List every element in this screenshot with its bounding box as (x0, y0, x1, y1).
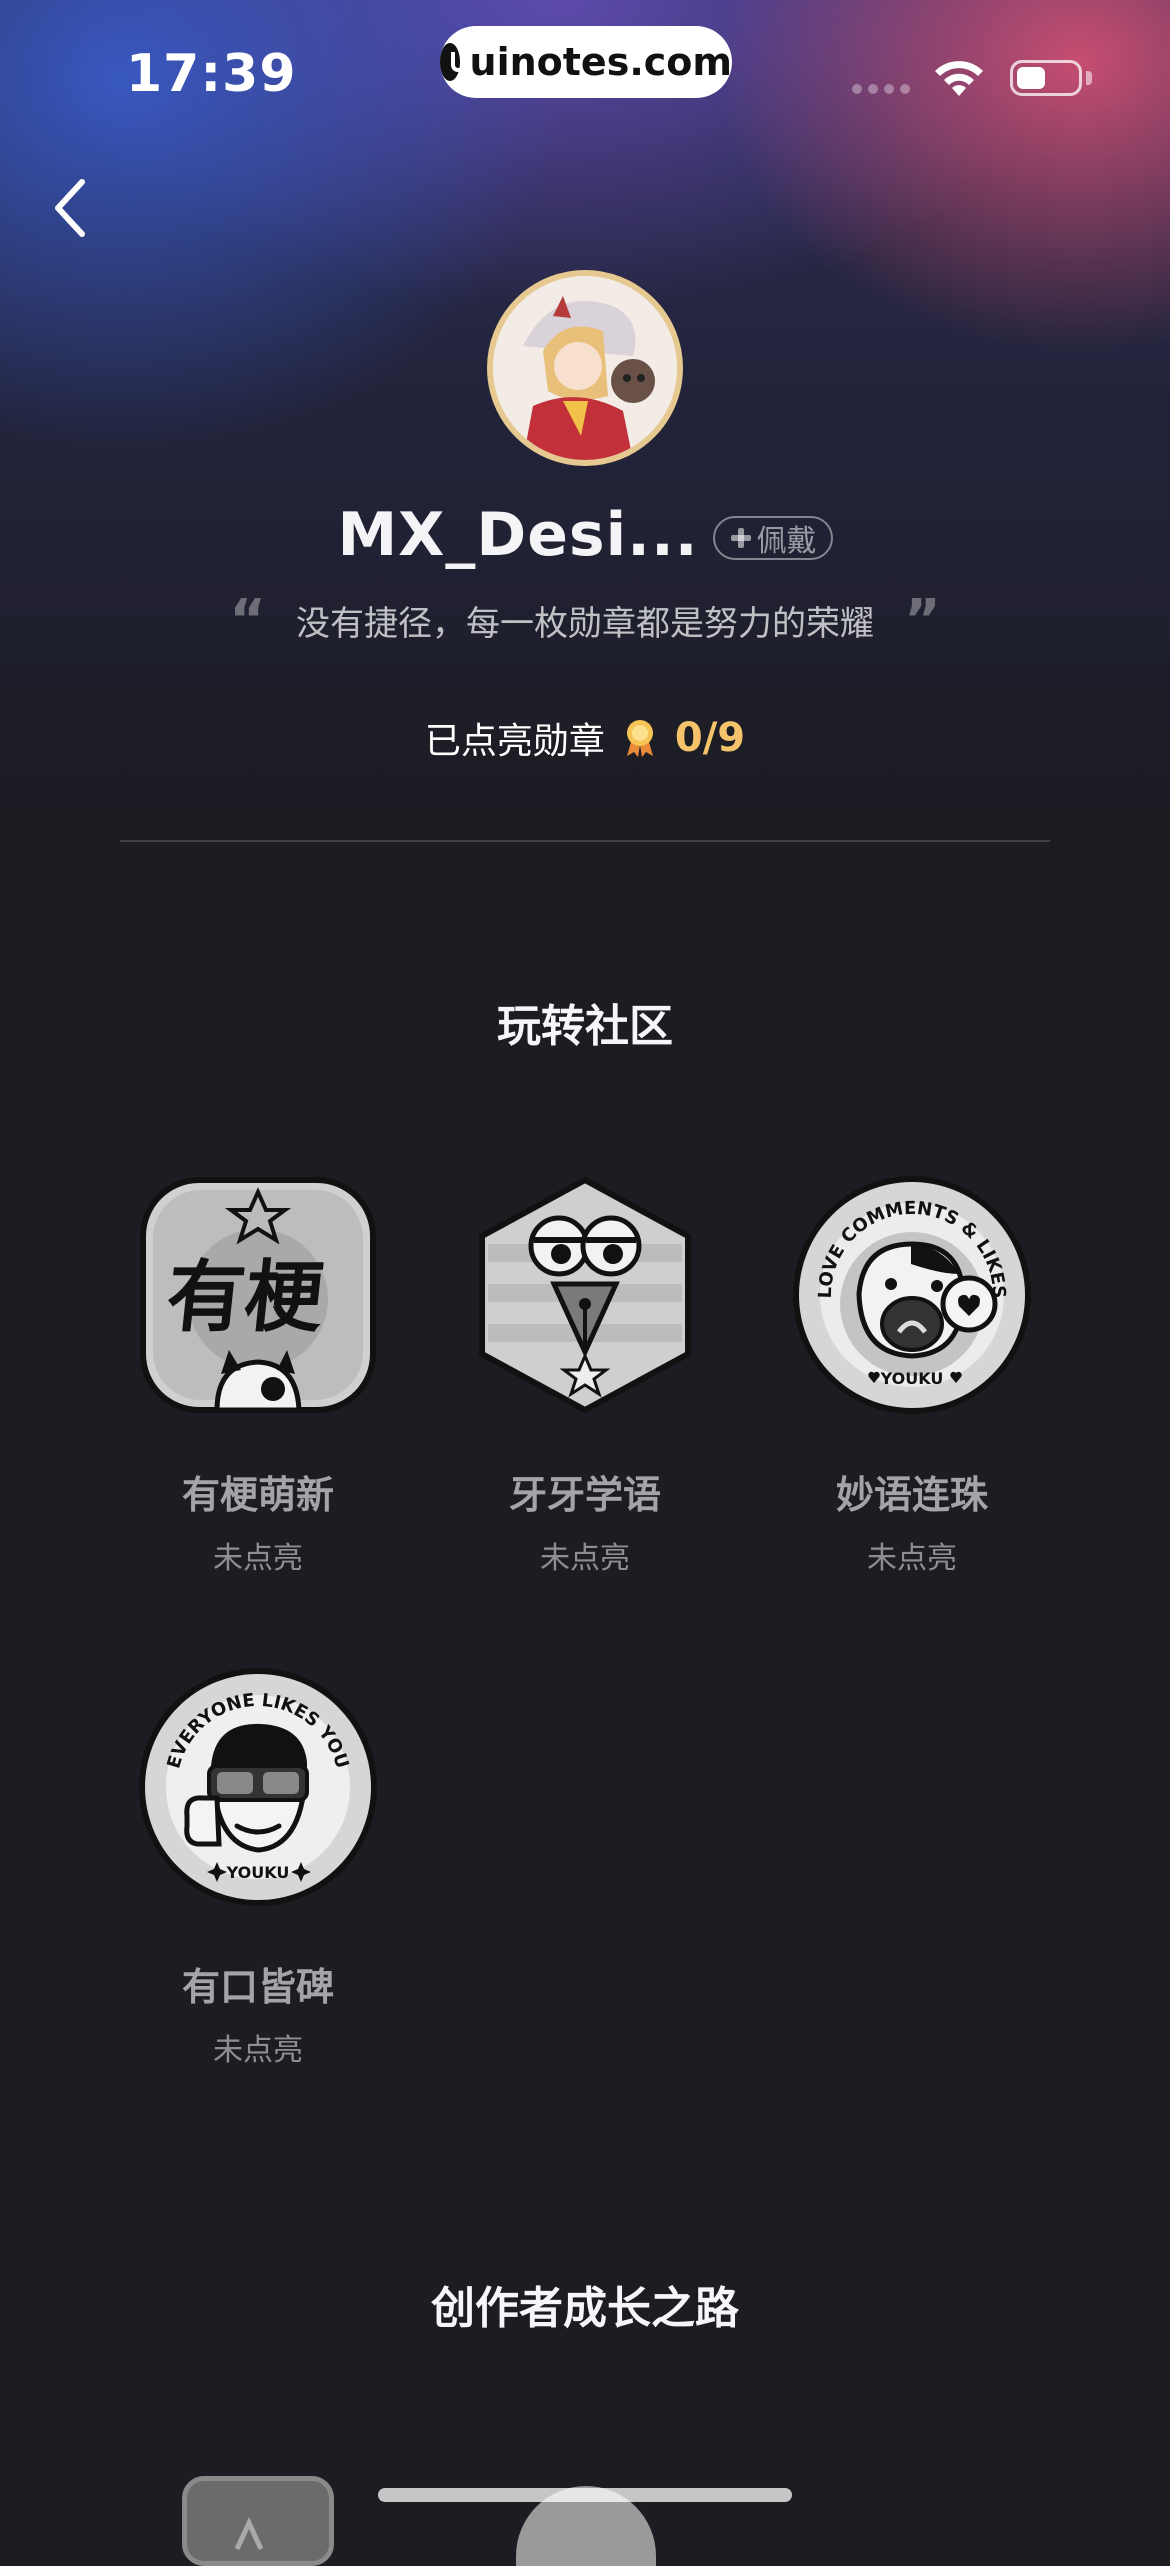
status-time: 17:39 (126, 44, 297, 104)
badge-name: 牙牙学语 (508, 1473, 661, 1517)
next-badge-peek[interactable] (182, 2476, 334, 2566)
love-comments-badge-icon: LOVE COMMENTS & LIKES YOUKU (793, 1176, 1031, 1414)
battery-cap (1086, 71, 1092, 85)
lit-badges-label: 已点亮勋章 (424, 721, 605, 762)
badge-name: 有口皆碑 (181, 1965, 334, 2009)
home-indicator (378, 2488, 792, 2502)
pen-owl-badge-icon (479, 1176, 691, 1414)
wifi-icon (935, 61, 983, 96)
url-pill[interactable]: uinotes.com (440, 26, 732, 98)
badge-name: 妙语连珠 (835, 1473, 988, 1517)
badge-brand-text: YOUKU (880, 1369, 944, 1388)
section-title-creator-growth: 创作者成长之路 (431, 2283, 739, 2334)
wear-badge-button[interactable]: 佩戴 (712, 516, 833, 560)
anime-avatar-image (493, 276, 677, 460)
badge-name: 有梗萌新 (181, 1473, 334, 1517)
badge-art-text: 有梗 (162, 1252, 328, 1343)
play-badge-icon (234, 2517, 264, 2551)
badge-card-youkou-jiebei[interactable]: EVERYONE LIKES YOU YOUKU 有口皆碑 未点亮 (128, 1666, 388, 2069)
badge-status: 未点亮 (213, 2033, 303, 2068)
avatar[interactable] (487, 270, 683, 466)
badge-status: 未点亮 (213, 1541, 303, 1576)
username-row: MX_Desi... 佩戴 (0, 500, 1170, 570)
open-quote-icon: “ (229, 587, 266, 653)
url-text: uinotes.com (469, 40, 732, 84)
back-arrow-icon[interactable] (48, 176, 92, 240)
badge-status: 未点亮 (540, 1541, 630, 1576)
close-quote-icon: ” (904, 587, 941, 653)
badge-status: 未点亮 (867, 1541, 957, 1576)
badge-card-youge-mengxin[interactable]: 有梗 有梗萌新 未点亮 (128, 1174, 388, 1577)
youyouge-badge-icon: 有梗 (140, 1177, 376, 1413)
lit-badges-count: 0/9 (674, 715, 746, 761)
divider (120, 840, 1050, 842)
username: MX_Desi... (337, 500, 699, 570)
wear-badge-label: 佩戴 (756, 524, 817, 559)
everyone-likes-badge-icon: EVERYONE LIKES YOU YOUKU (139, 1668, 377, 1906)
motto-row: “ 没有捷径，每一枚勋章都是努力的荣耀 ” (0, 587, 1170, 653)
medal-icon (626, 720, 653, 757)
badge-card-miaoyu-lianzhu[interactable]: LOVE COMMENTS & LIKES YOUKU 妙语连珠 未点亮 (782, 1174, 1042, 1577)
motto-text: 没有捷径，每一枚勋章都是努力的荣耀 (296, 604, 874, 644)
badge-card-yaya-xueyu[interactable]: 牙牙学语 未点亮 (455, 1174, 715, 1577)
battery-icon (1010, 60, 1082, 96)
badge-brand-text: YOUKU (226, 1863, 290, 1882)
uinotes-logo-icon (440, 43, 471, 81)
section-title-community: 玩转社区 (497, 1001, 673, 1052)
lit-badges-row: 已点亮勋章 0/9 (0, 712, 1170, 764)
plus-icon (730, 528, 751, 548)
cellular-signal-icon (852, 84, 910, 94)
